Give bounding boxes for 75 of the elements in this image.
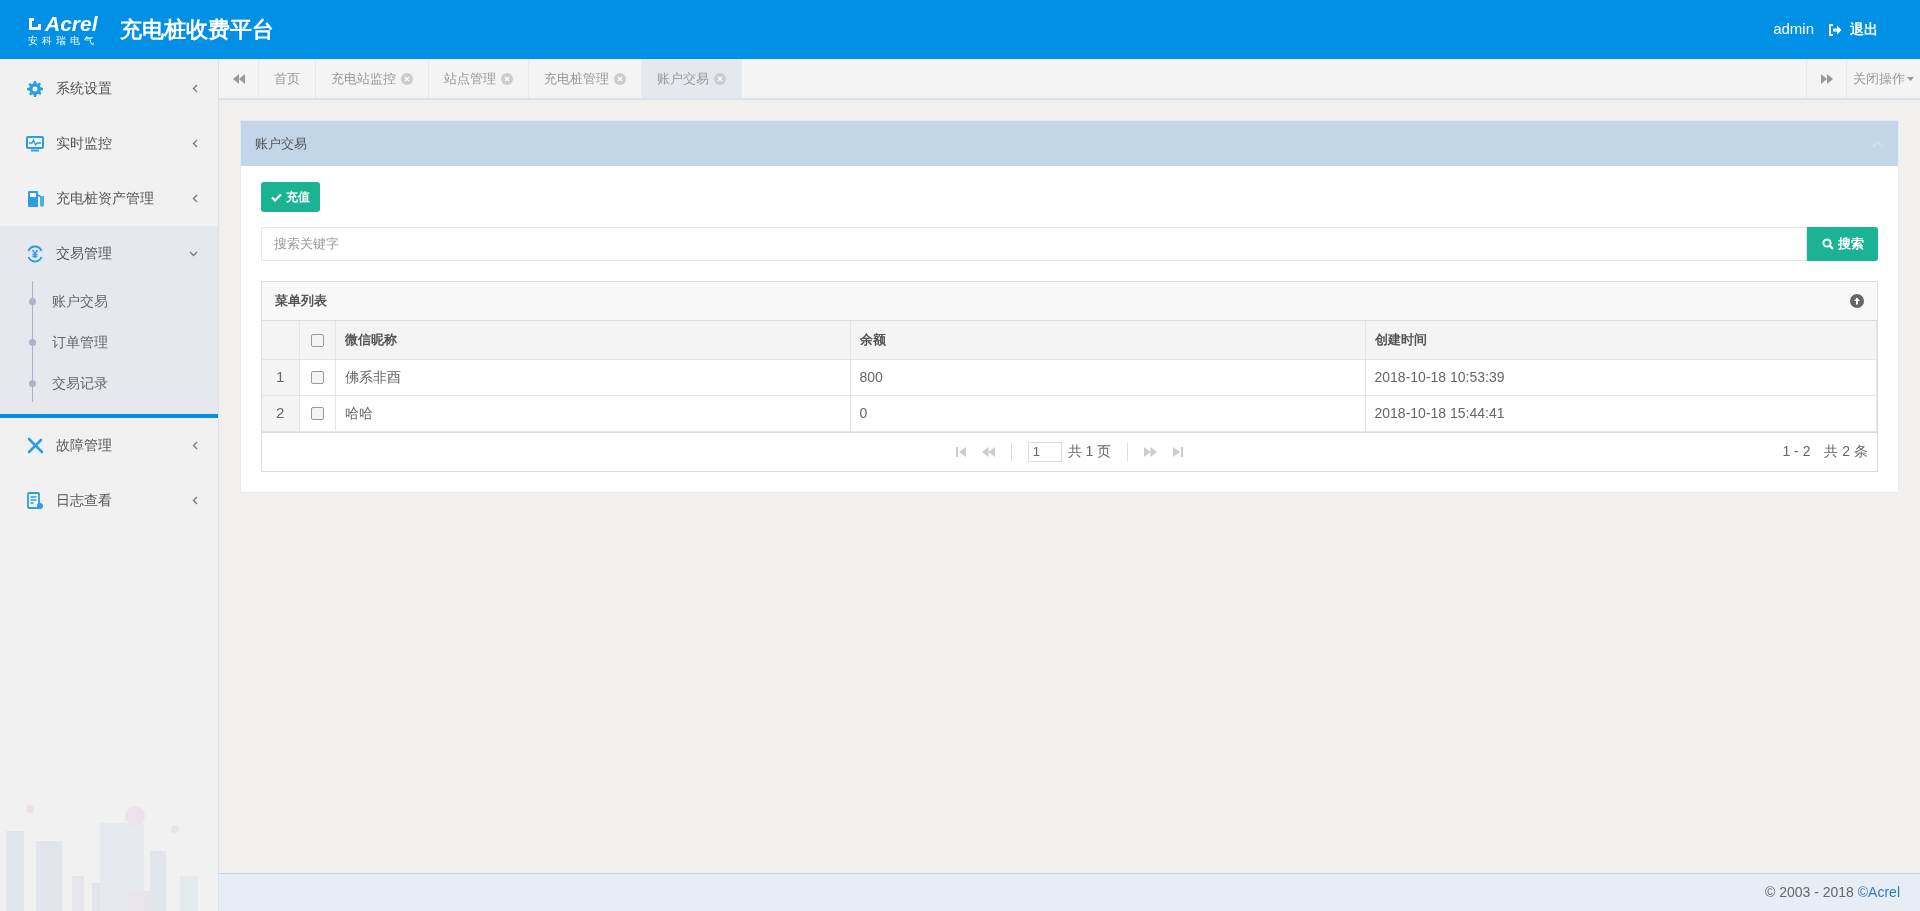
previous-page-button[interactable] [981,446,995,457]
chevron-left-icon [192,139,198,148]
record-range: 1 - 2 [1782,442,1811,461]
column-header: 余额 [850,321,1365,359]
column-header: 微信昵称 [335,321,850,359]
gear-icon [27,80,43,97]
search-field[interactable]: 搜索关键字 [261,227,1807,261]
checkbox[interactable] [310,334,324,348]
chevron-left-icon [192,496,198,505]
logo-mark-icon [28,16,42,31]
close-actions-dropdown[interactable]: 关闭操作 [1846,59,1920,98]
table-cell: 0 [850,395,1365,431]
copyright-text: © 2003 - 2018 ©Acrel [1764,883,1900,902]
table-cell: 800 [850,359,1365,395]
logo-text: Acrel [45,13,98,34]
submenu-item[interactable]: 交易记录 [52,373,108,394]
page-field[interactable]: 1 [1027,441,1062,462]
tab[interactable]: 充电站监控 [316,59,429,98]
menu-item[interactable]: 实时监控 [0,116,218,171]
panel-title: 账户交易 [255,134,308,153]
checkbox[interactable] [310,407,324,421]
search-button[interactable]: 搜索 [1807,227,1878,261]
table-cell: 2018-10-18 10:53:39 [1365,359,1877,395]
menu-item[interactable]: 故障管理 [0,418,218,473]
close-icon[interactable] [501,72,513,85]
fuel-pump-icon [26,189,44,208]
brand-link[interactable]: ©Acrel [1857,884,1900,900]
table-title: 菜单列表 [275,292,328,311]
sign-out-icon [1828,23,1842,36]
close-icon[interactable] [714,72,726,85]
double-right-icon [1144,446,1158,457]
recharge-button[interactable]: 充值 [261,182,320,212]
tab[interactable]: 账户交易 [642,59,742,98]
caret-icon [1907,76,1914,81]
menu-item[interactable]: 充电桩资产管理 [0,171,218,226]
app-title: 充电桩收费平台 [120,16,274,44]
document-gear-icon [26,491,44,510]
close-icon[interactable] [401,72,413,85]
tab[interactable]: 站点管理 [429,59,529,98]
last-page-button[interactable] [1173,446,1184,457]
total-pages: 共 1 页 [1067,442,1112,461]
double-right-icon [1820,73,1833,84]
first-page-button[interactable] [955,446,966,457]
table-cell: 佛系非酉 [335,359,850,395]
table-cell: 哈哈 [335,395,850,431]
table-cell: 2018-10-18 15:44:41 [1365,395,1877,431]
user-name[interactable]: admin [1773,18,1814,41]
last-page-icon [1173,446,1184,457]
chevron-left-icon [192,84,198,93]
submenu-item[interactable]: 订单管理 [52,332,108,353]
double-left-icon [981,446,995,457]
yen-coin-icon [26,244,44,263]
check-icon [271,192,282,202]
row-number: 2 [262,395,299,431]
submenu-item[interactable]: 账户交易 [52,291,108,312]
menu-item[interactable]: 日志查看 [0,473,218,528]
tab[interactable]: 首页 [259,59,316,98]
first-page-icon [955,446,966,457]
double-left-icon [232,73,245,84]
logo-subtext: 安科瑞电气 [28,36,98,46]
chevron-left-icon [192,441,198,450]
chevron-down-icon [189,250,198,257]
next-page-button[interactable] [1144,446,1158,457]
column-header: 创建时间 [1365,321,1877,359]
record-total: 共 2 条 [1824,442,1868,461]
row-number: 1 [262,359,299,395]
logout-link[interactable]: 退出 [1828,19,1878,40]
arrow-up-circle-icon[interactable] [1850,294,1864,308]
search-icon [1821,238,1834,250]
close-icon[interactable] [614,72,626,85]
menu-item[interactable]: 系统设置 [0,61,218,116]
chevron-left-icon [192,194,198,203]
checkbox[interactable] [310,371,324,385]
menu-item[interactable]: 交易管理 [0,226,218,281]
monitor-icon [26,135,44,152]
